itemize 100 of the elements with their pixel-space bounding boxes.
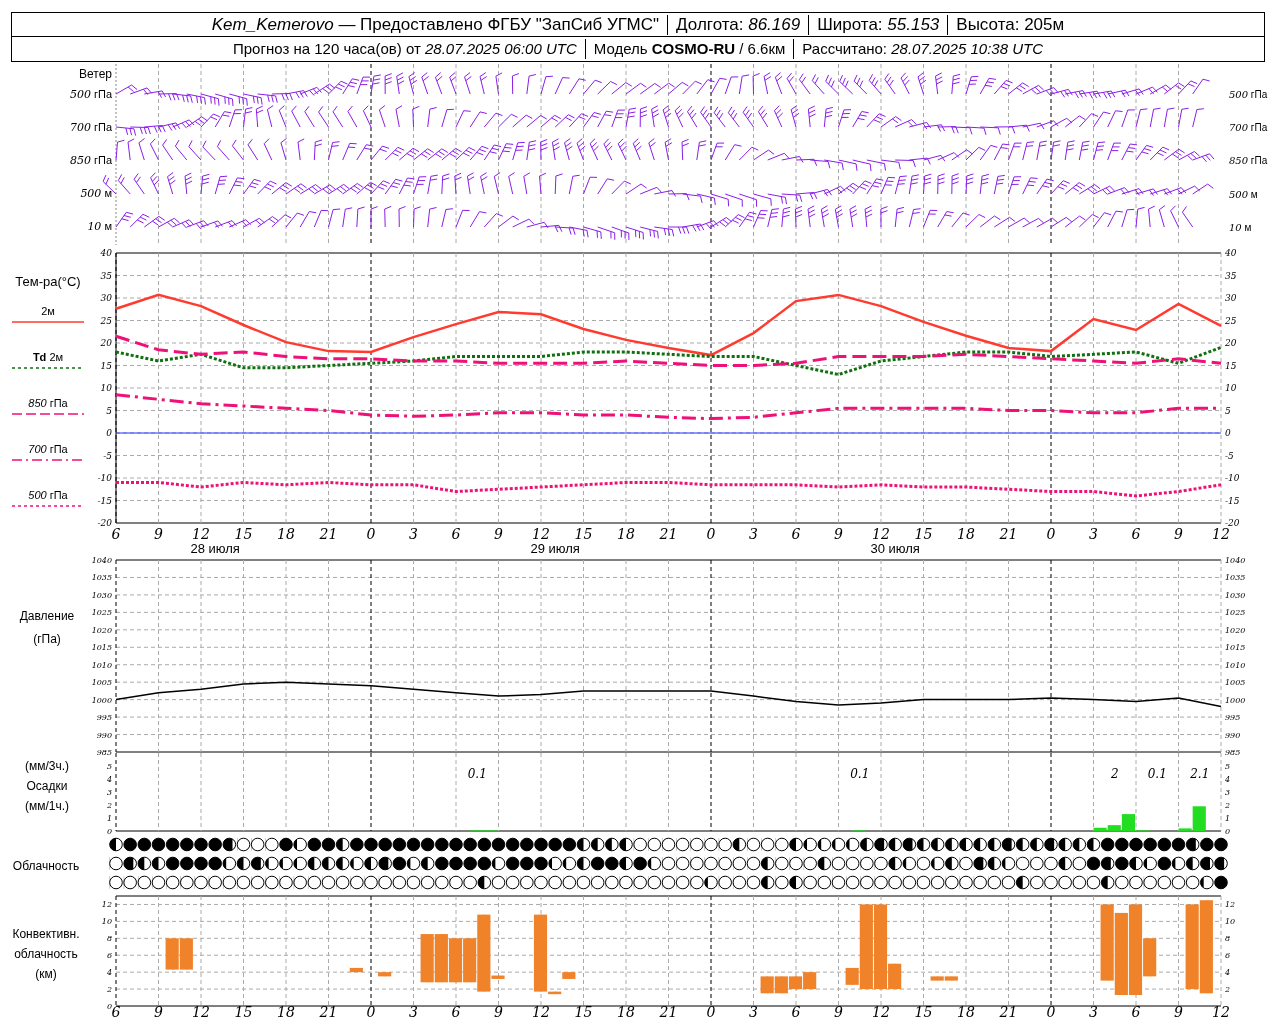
cloud-bar xyxy=(788,975,803,990)
cloud-cover-icon xyxy=(675,837,690,852)
axis-tick-label: 0 xyxy=(106,1002,112,1011)
cloud-cover-icon xyxy=(1143,856,1157,871)
cloud-cover-icon xyxy=(194,856,208,871)
axis-tick-label: 3 xyxy=(749,526,758,542)
axis-tick-label: 12 xyxy=(532,1004,550,1020)
level-label: 850 гПа xyxy=(69,153,112,169)
cloud-cover-icon xyxy=(265,875,279,890)
cloud-cover-icon xyxy=(477,856,492,871)
cloud-cover-icon xyxy=(1030,856,1044,871)
axis-tick-label: 15 xyxy=(100,360,112,371)
axis-tick-label: 990 xyxy=(96,730,112,740)
cloud-cover-icon xyxy=(845,856,860,871)
unit-label: (гПа) xyxy=(33,631,61,648)
axis-tick-label: 1005 xyxy=(1225,678,1246,688)
axis-tick-label: 3 xyxy=(749,1004,758,1020)
cloud-cover-icon xyxy=(279,875,293,890)
line-sample-icon xyxy=(12,319,84,325)
cloud-cover-icon xyxy=(803,875,817,890)
cloud-cover-icon xyxy=(534,875,548,890)
cloud-cover-icon xyxy=(236,837,251,852)
cloud-cover-icon xyxy=(888,856,902,871)
cloud-cover-icon xyxy=(137,837,152,852)
level-label: 10 м xyxy=(1229,222,1252,233)
cloud-cover-icon xyxy=(704,875,718,890)
legend-label: Td 2м xyxy=(32,350,64,364)
cloud-cover-icon xyxy=(1143,837,1157,852)
cloud-cover-icon xyxy=(1185,837,1200,852)
cloud-cover-icon xyxy=(732,837,747,852)
cloud-cover-icon xyxy=(789,837,803,852)
cloud-cover-icon xyxy=(1214,856,1228,871)
axis-tick-label: 2 xyxy=(1225,985,1231,995)
cloud-cover-icon xyxy=(307,856,322,871)
cloud-cover-icon xyxy=(647,875,662,890)
cloud-cover-icon xyxy=(265,856,279,871)
axis-tick-label: 9 xyxy=(834,526,843,542)
legend-label: 500 гПа xyxy=(28,488,68,502)
header-text: Широта: 55.153 xyxy=(808,14,948,35)
cloud-cover-icon xyxy=(208,875,222,890)
axis-tick-label: 1010 xyxy=(91,660,112,670)
axis-tick-label: 9 xyxy=(834,1004,843,1020)
axis-tick-label: 21 xyxy=(319,1004,338,1020)
cloud-cover-icon xyxy=(1185,856,1200,871)
axis-tick-label: 35 xyxy=(1225,270,1237,281)
cloud-cover-icon xyxy=(1001,837,1016,852)
cloud-cover-icon xyxy=(279,837,293,852)
cloud-cover-icon xyxy=(860,837,874,852)
cloud-cover-icon xyxy=(477,875,492,890)
axis-tick-label: 6 xyxy=(1131,1004,1141,1020)
cloud-cover-icon xyxy=(335,875,350,890)
cloud-cover-icon xyxy=(109,875,123,890)
cloud-cover-icon xyxy=(704,856,718,871)
cloud-bar xyxy=(378,971,392,977)
axis-tick-label: 12 xyxy=(1225,900,1236,910)
axis-tick-label: 15 xyxy=(914,1004,933,1020)
panel-title: Облачность xyxy=(12,858,80,875)
axis-tick-label: 15 xyxy=(914,526,933,542)
cloud-cover-icon xyxy=(194,837,208,852)
cloud-cover-icon xyxy=(1100,875,1115,890)
panel-title: Ветер xyxy=(79,68,112,80)
cloud-cover-icon xyxy=(406,875,421,890)
cloud-cover-icon xyxy=(817,856,832,871)
header-text: Kem_Kemerovo — Предоставлено ФГБУ "ЗапСиб УГМС" xyxy=(210,14,661,35)
cloud-cover-icon xyxy=(732,875,747,890)
cloud-cover-icon xyxy=(590,856,605,871)
axis-tick-label: 12 xyxy=(872,526,890,542)
cloud-cover-icon xyxy=(463,875,477,890)
cloud-cover-icon xyxy=(1157,875,1172,890)
cloud-cover-icon xyxy=(817,875,832,890)
axis-tick-label: 1030 xyxy=(1225,590,1246,600)
cloud-cover-icon xyxy=(1129,837,1143,852)
cloud-cover-icon xyxy=(789,856,803,871)
level-label: 850 гПа xyxy=(1229,155,1268,166)
axis-tick-label: 15 xyxy=(574,526,593,542)
cloud-cover-icon xyxy=(831,875,846,890)
cloud-cover-icon xyxy=(435,856,449,871)
cloud-cover-icon xyxy=(987,856,1002,871)
axis-tick-label: 0 xyxy=(106,827,112,836)
cloud-cover-icon xyxy=(1044,875,1058,890)
cloud-cover-icon xyxy=(590,837,605,852)
axis-tick-label: 995 xyxy=(1225,713,1241,723)
cloud-cover-icon xyxy=(930,856,945,871)
cloud-cover-icon xyxy=(959,875,973,890)
cloud-cover-icon xyxy=(505,837,520,852)
cloud-cover-icon xyxy=(902,856,917,871)
axis-tick-label: 12 xyxy=(532,526,550,542)
cloud-cover-icon xyxy=(520,837,534,852)
axis-tick-label: 18 xyxy=(617,1004,635,1020)
cloud-cover-icon xyxy=(321,875,336,890)
axis-tick-label: 10 xyxy=(1225,917,1236,927)
cloud-cover-icon xyxy=(151,875,166,890)
cloud-cover-icon xyxy=(945,875,959,890)
axis-tick-label: 0 xyxy=(1046,526,1056,542)
axis-tick-label: -15 xyxy=(97,495,112,506)
axis-tick-label: 5 xyxy=(1225,405,1231,416)
axis-tick-label: 21 xyxy=(319,526,338,542)
cloud-cover-icon xyxy=(491,856,506,871)
axis-tick-label: 6 xyxy=(451,1004,461,1020)
axis-tick-label: 990 xyxy=(1225,730,1241,740)
